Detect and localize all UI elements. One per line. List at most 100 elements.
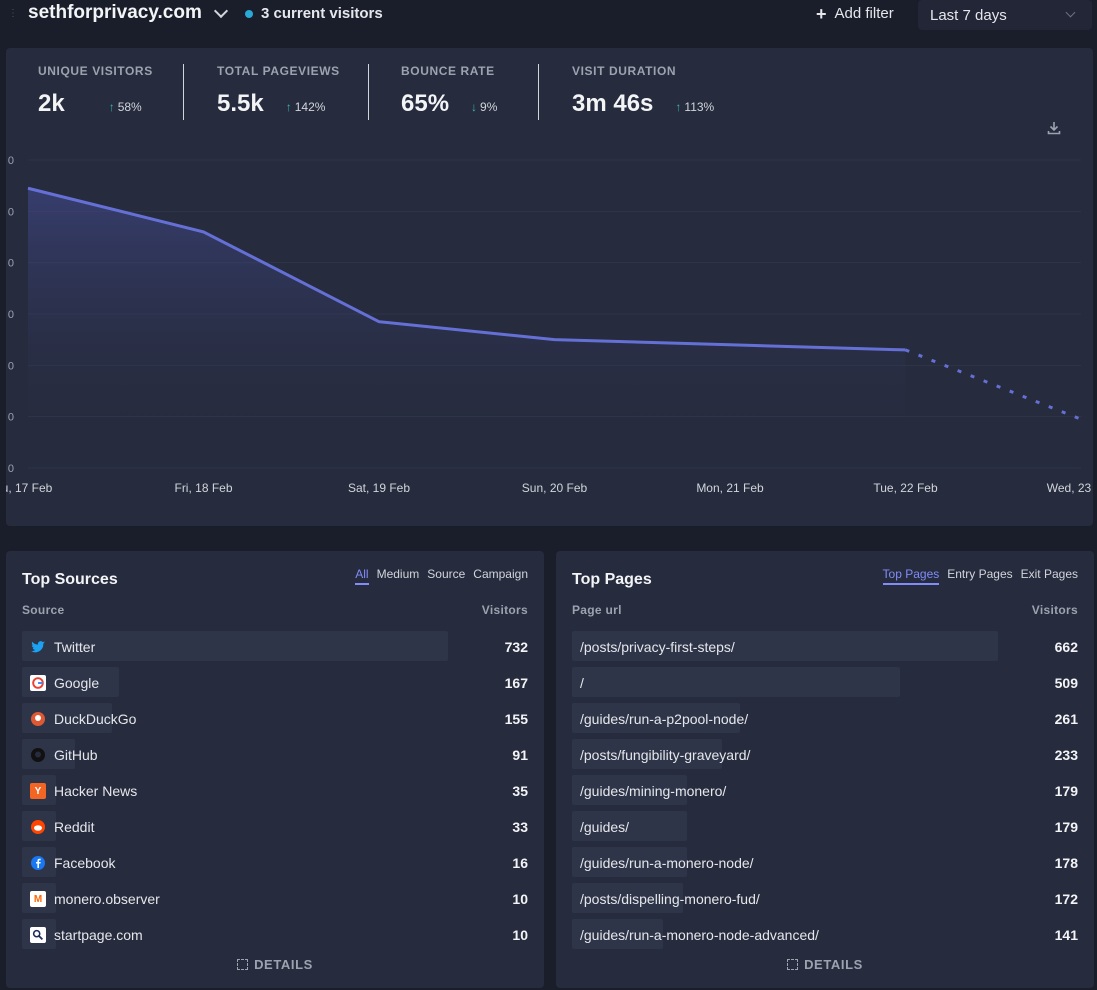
list-item-label: /posts/privacy-first-steps/ (580, 639, 735, 655)
visitors-line-chart[interactable]: 0 0 0 0 0 0 0 Thu, 17 Feb Fri, 18 Feb Sat, 19 Feb… (6, 148, 1093, 508)
list-item-value: 10 (512, 927, 528, 943)
list-item[interactable]: DuckDuckGo 155 (22, 703, 528, 739)
list-item-label-group: DuckDuckGo (30, 711, 136, 727)
list-item[interactable]: /guides/run-a-monero-node/178 (572, 847, 1078, 883)
site-switcher[interactable]: ⋮ sethforprivacy.com (8, 2, 228, 24)
stat-label: TOTAL PAGEVIEWS (217, 64, 340, 78)
list-item-value: 178 (1054, 855, 1078, 871)
list-item[interactable]: startpage.com 10 (22, 919, 528, 955)
tab-top-pages[interactable]: Top Pages (882, 567, 940, 585)
stat-change-value: 113% (684, 100, 715, 114)
list-item-label-group: /guides/run-a-monero-node-advanced/ (580, 927, 819, 943)
top-sources-title: Top Sources (22, 571, 118, 588)
arrow-up-icon: ↑ (108, 100, 115, 114)
list-item-label: startpage.com (54, 927, 143, 943)
list-item[interactable]: /guides/mining-monero/179 (572, 775, 1078, 811)
stat-change: ↑ 142% (286, 100, 326, 114)
list-item-value: 10 (512, 891, 528, 907)
list-item-value: 16 (512, 855, 528, 871)
list-item[interactable]: /guides/run-a-monero-node-advanced/141 (572, 919, 1078, 955)
period-label: Last 7 days (930, 6, 1007, 24)
top-bar: ⋮ sethforprivacy.com 3 current visitors … (0, 0, 1097, 32)
stat-change: ↑ 58% (109, 100, 142, 114)
stat-visit-duration[interactable]: VISIT DURATION 3m 46s ↑ 113% (572, 64, 714, 118)
google-icon (30, 675, 46, 691)
stat-label: VISIT DURATION (572, 64, 677, 78)
top-sources-details-button[interactable]: DETAILS (6, 957, 544, 972)
list-item-value: 509 (1054, 675, 1078, 691)
list-item-value: 172 (1054, 891, 1078, 907)
hackernews-icon: Y (30, 783, 46, 799)
list-item[interactable]: Google 167 (22, 667, 528, 703)
expand-icon (237, 959, 249, 970)
list-item-value: 35 (512, 783, 528, 799)
add-filter-label: Add filter (834, 5, 894, 22)
arrow-up-icon: ↑ (285, 100, 292, 114)
x-tick-label: Thu, 17 Feb (6, 481, 53, 495)
period-select[interactable]: Last 7 days (918, 0, 1092, 30)
reddit-icon (30, 819, 46, 835)
current-visitors-link[interactable]: 3 current visitors (245, 5, 383, 22)
list-item[interactable]: /posts/privacy-first-steps/662 (572, 631, 1078, 667)
tab-exit-pages[interactable]: Exit Pages (1021, 567, 1078, 585)
list-item-label-group: Twitter (30, 639, 95, 655)
list-item-value: 179 (1054, 819, 1078, 835)
stat-bounce-rate[interactable]: BOUNCE RATE 65% ↓ 9% (401, 64, 497, 118)
list-item[interactable]: / 509 (572, 667, 1078, 703)
list-item[interactable]: /posts/dispelling-monero-fud/172 (572, 883, 1078, 919)
stat-value: 65% (401, 90, 450, 117)
stat-value: 5.5k (217, 90, 264, 117)
list-item-label-group: startpage.com (30, 927, 143, 943)
stat-divider (368, 64, 369, 120)
list-item-label-group: /posts/dispelling-monero-fud/ (580, 891, 760, 907)
stat-divider (183, 64, 184, 120)
stat-unique-visitors[interactable]: UNIQUE VISITORS 2k ↑ 58% (38, 64, 153, 118)
add-filter-button[interactable]: + Add filter (816, 5, 894, 23)
tab-all[interactable]: All (355, 567, 369, 585)
download-icon[interactable] (1046, 120, 1062, 136)
monero-icon: M (30, 891, 46, 907)
details-label: DETAILS (254, 957, 313, 972)
list-item-label: Reddit (54, 819, 95, 835)
x-tick-label: Mon, 21 Feb (696, 481, 764, 495)
column-header-visitors: Visitors (1031, 603, 1078, 617)
list-item-label: /guides/ (580, 819, 630, 835)
top-pages-list: /posts/privacy-first-steps/662 / 509/guide… (572, 631, 1078, 955)
list-item[interactable]: Mmonero.observer 10 (22, 883, 528, 919)
tab-source[interactable]: Source (427, 567, 465, 585)
stat-label: UNIQUE VISITORS (38, 64, 153, 78)
list-item-label: /posts/dispelling-monero-fud/ (580, 891, 760, 907)
list-item[interactable]: GitHub 91 (22, 739, 528, 775)
list-item-label: Hacker News (54, 783, 138, 799)
x-tick-label: Wed, 23 Feb (1047, 481, 1093, 495)
main-graph-card: UNIQUE VISITORS 2k ↑ 58% TOTAL PAGEVIEWS … (6, 48, 1093, 526)
list-item-label: /guides/run-a-monero-node/ (580, 855, 754, 871)
list-item-label-group: Google (30, 675, 99, 691)
top-pages-details-button[interactable]: DETAILS (556, 957, 1094, 972)
column-header-visitors: Visitors (481, 603, 528, 617)
list-item[interactable]: Twitter 732 (22, 631, 528, 667)
arrow-down-icon: ↓ (471, 100, 478, 114)
top-pages-tabs: Top Pages Entry Pages Exit Pages (882, 567, 1078, 585)
top-sources-card: Top Sources All Medium Source Campaign S… (6, 551, 544, 988)
tab-entry-pages[interactable]: Entry Pages (947, 567, 1012, 585)
stat-divider (538, 64, 539, 120)
y-tick-label: 0 (8, 309, 14, 321)
list-item[interactable]: /posts/fungibility-graveyard/233 (572, 739, 1078, 775)
list-item-label-group: Y Hacker News (30, 783, 137, 799)
list-item[interactable]: /guides/179 (572, 811, 1078, 847)
y-tick-label: 0 (8, 206, 14, 218)
startpage-icon (30, 927, 46, 943)
list-item[interactable]: Y Hacker News 35 (22, 775, 528, 811)
tab-campaign[interactable]: Campaign (473, 567, 528, 585)
facebook-icon (30, 855, 46, 871)
top-pages-card: Top Pages Top Pages Entry Pages Exit Pag… (556, 551, 1094, 988)
list-item[interactable]: Facebook 16 (22, 847, 528, 883)
list-item-label: /posts/fungibility-graveyard/ (580, 747, 751, 763)
list-item[interactable]: /guides/run-a-p2pool-node/261 (572, 703, 1078, 739)
drag-handle-icon: ⋮ (8, 7, 18, 19)
stat-total-pageviews[interactable]: TOTAL PAGEVIEWS 5.5k ↑ 142% (217, 64, 340, 118)
list-item-label: Google (54, 675, 100, 691)
list-item[interactable]: Reddit 33 (22, 811, 528, 847)
tab-medium[interactable]: Medium (377, 567, 420, 585)
